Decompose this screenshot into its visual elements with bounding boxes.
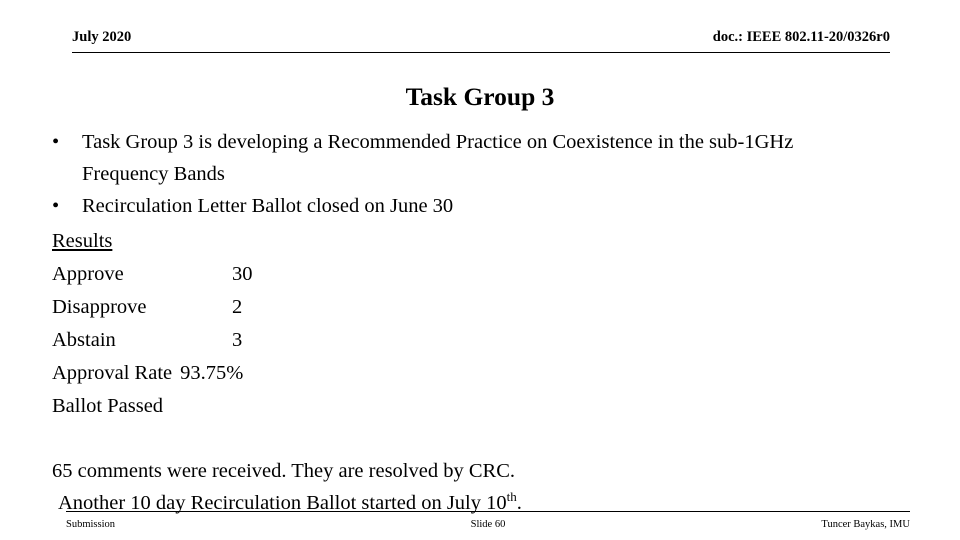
result-row-disapprove: Disapprove 2 [52, 291, 892, 324]
ordinal-suffix: th [506, 489, 517, 505]
footer-slide-number: Slide 60 [470, 519, 506, 530]
bullet-item-2-text: Recirculation Letter Ballot closed on Ju… [82, 195, 454, 217]
approval-rate-row: Approval Rate 93.75% [52, 357, 892, 390]
bullet-item-1: • Task Group 3 is developing a Recommend… [52, 126, 892, 190]
approval-rate-value: 93.75% [180, 362, 244, 384]
footer-left: Submission [66, 514, 345, 532]
comments-note: 65 comments were received. They are reso… [52, 460, 516, 482]
result-label-approve: Approve [52, 263, 124, 285]
bullet-point-icon: • [52, 195, 60, 217]
result-row-abstain: Abstain 3 [52, 324, 892, 357]
result-row-approve: Approve 30 [52, 258, 892, 291]
result-value-disapprove: 2 [232, 296, 243, 318]
footer-submission-label: Submission [66, 519, 116, 530]
footer-right: Tuncer Baykas, IMU [631, 514, 910, 532]
closing-notes: 65 comments were received. They are reso… [52, 455, 932, 519]
footer-author: Tuncer Baykas, IMU [821, 519, 910, 530]
ballot-outcome: Ballot Passed [52, 395, 164, 417]
slide-body: • Task Group 3 is developing a Recommend… [52, 126, 892, 423]
slide-footer: Submission Slide 60 Tuncer Baykas, IMU [66, 511, 910, 533]
page-title: Task Group 3 [405, 82, 555, 111]
result-label-abstain: Abstain [52, 329, 116, 351]
approval-rate-label: Approval Rate [52, 362, 173, 384]
header-date: July 2020 [72, 29, 132, 45]
slide-header: July 2020 doc.: IEEE 802.11-20/0326r0 [72, 28, 890, 53]
footer-center: Slide 60 [345, 514, 632, 532]
slide-canvas: July 2020 doc.: IEEE 802.11-20/0326r0 Ta… [0, 0, 960, 540]
result-value-approve: 30 [232, 263, 253, 285]
result-value-abstain: 3 [232, 329, 243, 351]
header-document-id: doc.: IEEE 802.11-20/0326r0 [712, 29, 890, 45]
bullet-item-1-text: Task Group 3 is developing a Recommended… [82, 131, 794, 185]
result-label-disapprove: Disapprove [52, 296, 147, 318]
results-heading: Results [52, 230, 113, 252]
bullet-item-2: • Recirculation Letter Ballot closed on … [52, 190, 892, 222]
bullet-point-icon: • [52, 131, 60, 153]
results-heading-wrap: Results [52, 222, 892, 258]
